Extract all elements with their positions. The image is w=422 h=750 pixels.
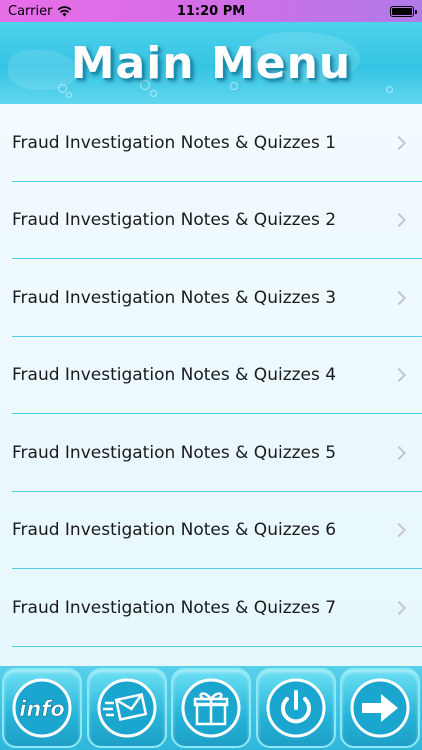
menu-item-label: Fraud Investigation Notes & Quizzes 7: [12, 597, 337, 618]
menu-item-label: Fraud Investigation Notes & Quizzes 2: [12, 210, 337, 231]
chevron-right-icon: [391, 368, 407, 383]
wifi-icon: [58, 5, 72, 16]
mail-icon: [97, 678, 156, 738]
bubble-decoration: [150, 90, 157, 97]
chevron-right-icon: [391, 523, 407, 538]
menu-item-label: Fraud Investigation Notes & Quizzes 5: [12, 442, 337, 463]
bubble-decoration: [66, 92, 72, 98]
menu-item-4[interactable]: Fraud Investigation Notes & Quizzes 4: [0, 337, 422, 415]
arrow-right-icon: [350, 678, 410, 738]
mail-button[interactable]: [86, 668, 167, 748]
menu-item-6[interactable]: Fraud Investigation Notes & Quizzes 6: [0, 492, 422, 570]
power-icon: [266, 678, 325, 738]
menu-item-label: Fraud Investigation Notes & Quizzes 1: [12, 132, 337, 153]
carrier-label: Carrier: [8, 3, 53, 19]
menu-item-5[interactable]: Fraud Investigation Notes & Quizzes 5: [0, 414, 422, 492]
menu-item-7[interactable]: Fraud Investigation Notes & Quizzes 7: [0, 569, 422, 647]
status-bar: Carrier 11:20 PM: [0, 0, 422, 22]
menu-item-2[interactable]: Fraud Investigation Notes & Quizzes 2: [0, 182, 422, 260]
menu-list: Fraud Investigation Notes & Quizzes 1 Fr…: [0, 104, 422, 666]
gift-button[interactable]: [171, 668, 251, 748]
chevron-right-icon: [391, 135, 407, 150]
carrier-group: Carrier: [8, 4, 72, 19]
header-banner: Main Menu: [0, 22, 422, 104]
menu-item-label: Fraud Investigation Notes & Quizzes 6: [12, 520, 337, 541]
map-decoration: [8, 50, 78, 90]
chevron-right-icon: [391, 290, 407, 305]
bottom-toolbar: info: [0, 666, 422, 750]
next-button[interactable]: [340, 668, 420, 748]
gift-icon: [181, 678, 241, 738]
info-button-label: info: [19, 697, 65, 721]
menu-item-1[interactable]: Fraud Investigation Notes & Quizzes 1: [0, 104, 422, 182]
battery-icon: [390, 5, 417, 17]
info-icon: info: [12, 678, 72, 738]
bubble-decoration: [386, 86, 393, 93]
page-title: Main Menu: [70, 37, 352, 89]
bubble-decoration: [58, 84, 67, 93]
menu-item-label: Fraud Investigation Notes & Quizzes 3: [12, 287, 337, 308]
power-button[interactable]: [255, 668, 336, 748]
chevron-right-icon: [391, 213, 407, 228]
chevron-right-icon: [391, 600, 407, 615]
menu-item-3[interactable]: Fraud Investigation Notes & Quizzes 3: [0, 259, 422, 337]
menu-item-label: Fraud Investigation Notes & Quizzes 4: [12, 365, 337, 386]
info-button[interactable]: info: [2, 668, 82, 748]
chevron-right-icon: [391, 445, 407, 460]
